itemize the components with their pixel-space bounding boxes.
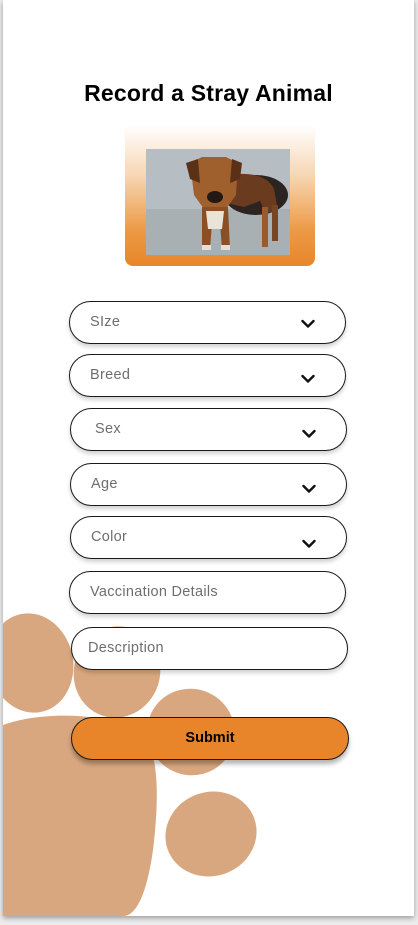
size-dropdown[interactable]: SIze [69,301,346,344]
photo-frame [125,125,315,266]
chevron-down-icon [301,319,315,328]
breed-label: Breed [90,367,131,383]
age-dropdown[interactable]: Age [70,463,347,506]
page-title: Record a Stray Animal [84,80,333,106]
app-screen: Record a Stray Animal SIze Breed Sex Age… [3,0,414,916]
chevron-down-icon [302,484,316,493]
sex-dropdown[interactable]: Sex [70,408,347,451]
dog-photo [146,149,290,255]
color-dropdown[interactable]: Color [70,516,347,559]
description-placeholder: Description [88,640,164,656]
age-label: Age [91,476,118,492]
chevron-down-icon [302,429,316,438]
chevron-down-icon [302,539,316,548]
vaccination-details-placeholder: Vaccination Details [90,584,218,600]
breed-dropdown[interactable]: Breed [69,354,346,397]
sex-label: Sex [95,421,121,437]
description-input[interactable]: Description [71,627,348,670]
chevron-down-icon [301,374,315,383]
submit-button[interactable]: Submit [71,717,349,760]
size-label: SIze [90,314,121,330]
color-label: Color [91,529,128,545]
vaccination-details-input[interactable]: Vaccination Details [69,571,346,614]
